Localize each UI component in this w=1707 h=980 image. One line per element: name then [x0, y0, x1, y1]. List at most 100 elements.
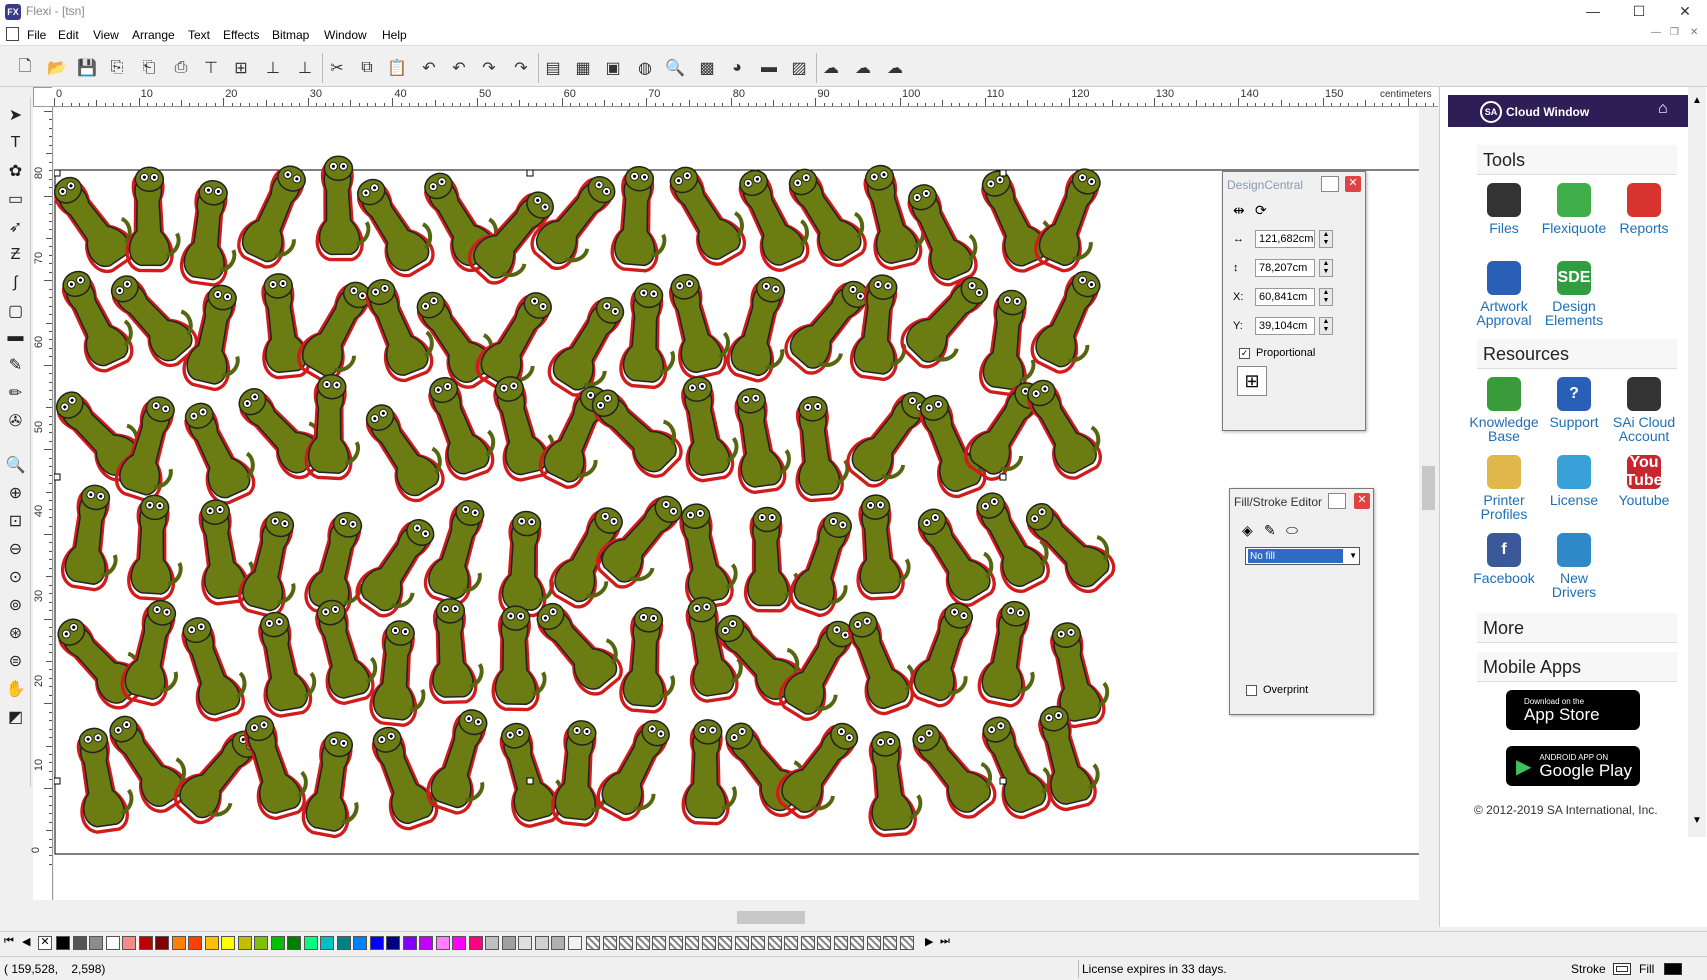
mdi-minimize-icon[interactable]: — [1651, 27, 1661, 38]
cut-icon[interactable]: ✂ [324, 55, 350, 81]
pattern-swatch[interactable] [833, 936, 848, 950]
zoom-out-icon[interactable]: ⊖ [3, 537, 28, 561]
cloud-scrollbar[interactable]: ▲ ▼ [1688, 87, 1706, 837]
color-swatch[interactable] [518, 936, 532, 950]
color-swatch[interactable] [402, 936, 417, 950]
color-swatch[interactable] [155, 936, 169, 950]
menu-view[interactable]: View [93, 28, 119, 42]
pattern-swatch[interactable] [602, 936, 617, 950]
palette-prev-icon[interactable]: ◀ [22, 935, 30, 948]
export-icon[interactable]: ⎗ [136, 55, 162, 81]
production-manager-icon[interactable]: ⊞ [228, 55, 254, 81]
fill-swatch[interactable] [1664, 963, 1682, 975]
palette-first-icon[interactable]: ⏮ [4, 935, 14, 948]
cloud-tile-flexiquote[interactable]: Flexiquote [1537, 183, 1611, 235]
scroll-up-icon[interactable]: ▲ [1692, 95, 1702, 106]
color-swatch[interactable] [386, 936, 400, 950]
cloud-tile-facebook[interactable]: f Facebook [1467, 533, 1541, 585]
ruler-origin[interactable] [33, 87, 53, 107]
menu-window[interactable]: Window [324, 28, 367, 42]
cloud-view-icon[interactable]: ☁ [818, 55, 844, 81]
pattern-swatch[interactable] [883, 936, 897, 950]
pattern-swatch[interactable] [619, 936, 633, 950]
color-swatch[interactable] [204, 936, 219, 950]
color-swatch[interactable] [138, 936, 153, 950]
menu-file[interactable]: File [27, 28, 46, 42]
text-tool-icon[interactable]: T [3, 131, 28, 155]
color-match-icon[interactable]: ◕ [724, 55, 750, 81]
pattern-swatch[interactable] [701, 936, 716, 950]
color-swatch[interactable] [336, 936, 351, 950]
color-swatch[interactable] [254, 936, 268, 950]
google-play-button[interactable]: ▶ ANDROID APP ON Google Play [1506, 746, 1640, 786]
color-swatch[interactable] [188, 936, 202, 950]
measure-tool-icon[interactable]: ▬ [3, 325, 28, 349]
color-swatch[interactable] [105, 936, 120, 950]
stroke-tab-icon[interactable]: ✎ [1264, 522, 1276, 539]
rectangle-tool-icon[interactable]: ▭ [3, 187, 28, 211]
color-swatch[interactable] [237, 936, 252, 950]
height-field[interactable]: 78,207cm [1255, 259, 1315, 277]
eyedropper-icon[interactable]: ✎ [3, 353, 28, 377]
send-to-printer-icon[interactable]: ⊥ [292, 55, 318, 81]
send-to-cutter-icon[interactable]: ⊥ [260, 55, 286, 81]
width-field[interactable]: 121,682cm [1255, 230, 1315, 248]
y-stepper[interactable]: ▲ ▼ [1319, 317, 1333, 335]
color-swatch[interactable] [56, 936, 70, 950]
color-swatch[interactable] [221, 936, 235, 950]
cloud-tile-reports[interactable]: Reports [1607, 183, 1681, 235]
fill-tab-icon[interactable]: ◈ [1242, 522, 1253, 539]
er-icon[interactable]: ▬ [756, 55, 782, 81]
zoom-fit-icon[interactable]: ⊛ [3, 621, 28, 645]
no-color-swatch[interactable]: ✕ [38, 936, 52, 950]
align-icon[interactable]: ▤ [540, 55, 566, 81]
color-swatch[interactable] [303, 936, 318, 950]
pattern-swatch[interactable] [635, 936, 650, 950]
vertical-ruler[interactable]: 80 70 60 50 40 30 20 10 0 [30, 107, 53, 900]
select-tool-icon[interactable]: ➤ [3, 103, 28, 127]
zoom-in-icon[interactable]: ⊕ [3, 481, 28, 505]
cloud-tile-new-drivers[interactable]: New Drivers [1537, 533, 1611, 599]
open-icon[interactable]: 📂 [44, 55, 70, 81]
color-swatch[interactable] [501, 936, 516, 950]
cloud-tile-artwork-approval[interactable]: Artwork Approval [1467, 261, 1541, 327]
color-swatch[interactable] [468, 936, 483, 950]
horizontal-scroll-thumb[interactable] [737, 911, 805, 924]
cut-production-icon[interactable]: ⊤ [198, 55, 224, 81]
cloud-tile-printer-profiles[interactable]: Printer Profiles [1467, 455, 1541, 521]
horizontal-ruler[interactable]: 0 10 20 30 40 50 60 70 80 90 100 110 120 130 140 150 [52, 87, 1443, 107]
nest-icon[interactable]: ▦ [570, 55, 596, 81]
color-swatch[interactable] [369, 936, 384, 950]
undo-multiple-icon[interactable]: ↶ [446, 55, 472, 81]
minimize-icon[interactable]: — [1570, 0, 1616, 24]
fill-stroke-icon[interactable]: ◩ [3, 705, 28, 729]
cloud-tile-files[interactable]: Files [1467, 183, 1541, 235]
app-store-button[interactable]: Download on the App Store [1506, 690, 1640, 730]
pattern-swatch[interactable] [784, 936, 798, 950]
cloud-share-icon[interactable]: ☁ [882, 55, 908, 81]
cloud-tile-design-elements[interactable]: SDE Design Elements [1537, 261, 1611, 327]
cloud-tile-license[interactable]: License [1537, 455, 1611, 507]
proportional-checkbox[interactable]: ✓ [1239, 348, 1250, 359]
import-icon[interactable]: ⎘ [104, 55, 130, 81]
color-swatch[interactable] [435, 936, 450, 950]
palette-next-icon[interactable]: ▶ [925, 935, 933, 948]
color-swatch[interactable] [320, 936, 334, 950]
redo-icon[interactable]: ↷ [476, 55, 502, 81]
color-wheel-icon[interactable]: ◍ [632, 55, 658, 81]
horizontal-scrollbar[interactable] [54, 908, 1420, 926]
pattern-swatch[interactable] [767, 936, 782, 950]
pan-hand-icon[interactable]: ✋ [3, 677, 28, 701]
preview-icon[interactable]: 🔍 [662, 55, 688, 81]
color-swatch[interactable] [287, 936, 301, 950]
menu-arrange[interactable]: Arrange [132, 28, 175, 42]
fill-type-select[interactable]: No fill ▼ [1245, 547, 1360, 565]
overprint-checkbox[interactable] [1246, 685, 1257, 696]
color-swatch[interactable] [270, 936, 285, 950]
mdi-close-icon[interactable]: ✕ [1690, 27, 1698, 38]
panel-close-icon[interactable]: ✕ [1345, 176, 1361, 192]
pattern-swatch[interactable] [685, 936, 699, 950]
mobile-apps-section-header[interactable]: Mobile Apps [1477, 652, 1677, 682]
color-swatch[interactable] [567, 936, 582, 950]
save-icon[interactable]: 💾 [74, 55, 100, 81]
